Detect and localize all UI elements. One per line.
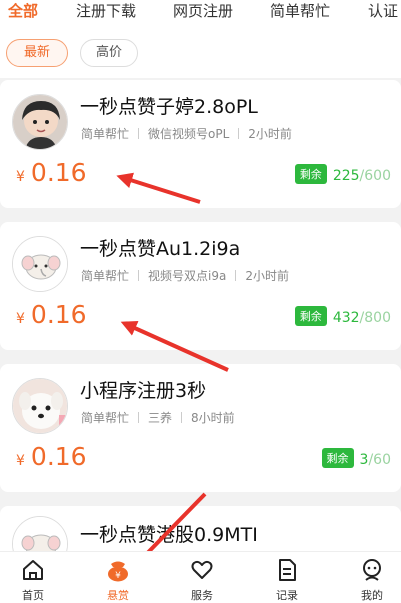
task-stock: 剩余 225/600 [294, 164, 391, 184]
task-category: 简单帮忙 [81, 411, 130, 425]
tab-register-download[interactable]: 注册下载 [76, 0, 136, 22]
nav-label: 记录 [276, 589, 298, 602]
remaining-badge: 剩余 [321, 448, 354, 468]
avatar-boy [12, 94, 68, 150]
remaining-count: 225 [332, 168, 360, 184]
avatar-elephant [12, 516, 68, 551]
task-meta: 简单帮忙 视频号双点i9a 2小时前 [81, 267, 289, 284]
task-platform: 视频号双点i9a [148, 269, 227, 283]
total-count: /600 [359, 168, 391, 184]
avatar-elephant [12, 236, 68, 292]
task-meta: 简单帮忙 三养 8小时前 [81, 409, 235, 426]
total-count: /60 [368, 452, 391, 468]
task-meta: 简单帮忙 微信视频号oPL 2小时前 [81, 125, 292, 142]
filter-bar: 最新 高价 [0, 30, 401, 78]
nav-label: 首页 [22, 589, 44, 602]
task-time: 8小时前 [191, 411, 235, 425]
filter-high-price[interactable]: 高价 [80, 39, 138, 67]
currency-symbol: ¥ [16, 453, 25, 469]
remaining-count: 432 [332, 310, 360, 326]
task-time: 2小时前 [245, 269, 289, 283]
task-title: 一秒点赞Au1.2i9a [80, 238, 241, 260]
bottom-nav: 首页 ¥ 悬赏 服务 记录 我的 [0, 551, 401, 603]
task-title: 一秒点赞港股0.9MTI [80, 524, 258, 546]
avatar-dog [12, 378, 68, 434]
task-price: ¥0.16 [16, 158, 87, 187]
heart-icon [191, 560, 213, 579]
task-platform: 三养 [148, 411, 173, 425]
nav-home[interactable]: 首页 [3, 552, 63, 603]
tab-all[interactable]: 全部 [8, 0, 38, 22]
nav-service[interactable]: 服务 [172, 552, 232, 603]
remaining-badge: 剩余 [294, 306, 327, 326]
price-value: 0.16 [30, 158, 87, 187]
task-title: 一秒点赞子婷2.8oPL [80, 96, 258, 118]
price-value: 0.16 [30, 442, 87, 471]
category-tabs: 全部 注册下载 网页注册 简单帮忙 认证 [0, 0, 401, 30]
task-price: ¥0.16 [16, 300, 87, 329]
profile-icon [363, 559, 381, 581]
task-price: ¥0.16 [16, 442, 87, 471]
task-time: 2小时前 [248, 127, 292, 141]
task-card[interactable]: 一秒点赞子婷2.8oPL 简单帮忙 微信视频号oPL 2小时前 ¥0.16 剩余 22… [0, 80, 401, 208]
task-category: 简单帮忙 [81, 127, 130, 141]
currency-symbol: ¥ [16, 311, 25, 327]
task-stock: 剩余 3/60 [321, 448, 391, 468]
currency-symbol: ¥ [16, 169, 25, 185]
total-count: /800 [359, 310, 391, 326]
nav-label: 悬赏 [107, 589, 129, 602]
task-stock: 剩余 432/800 [294, 306, 391, 326]
remaining-badge: 剩余 [294, 164, 327, 184]
nav-label: 我的 [361, 589, 383, 602]
tab-simple-help[interactable]: 简单帮忙 [270, 0, 330, 22]
nav-reward[interactable]: ¥ 悬赏 [88, 552, 148, 603]
task-title: 小程序注册3秒 [80, 380, 207, 402]
price-value: 0.16 [30, 300, 87, 329]
reward-bag-icon: ¥ [108, 561, 128, 582]
filter-latest[interactable]: 最新 [6, 39, 68, 67]
task-card[interactable]: 一秒点赞港股0.9MTI [0, 506, 401, 551]
tab-verification[interactable]: 认证 [368, 0, 398, 22]
task-category: 简单帮忙 [81, 269, 130, 283]
task-card[interactable]: 一秒点赞Au1.2i9a 简单帮忙 视频号双点i9a 2小时前 ¥0.16 剩余 43… [0, 222, 401, 350]
tab-web-register[interactable]: 网页注册 [173, 0, 233, 22]
home-icon [23, 560, 43, 580]
svg-text:¥: ¥ [115, 571, 121, 581]
task-card[interactable]: 小程序注册3秒 简单帮忙 三养 8小时前 ¥0.16 剩余 3/60 [0, 364, 401, 492]
nav-profile[interactable]: 我的 [342, 552, 401, 603]
task-platform: 微信视频号oPL [148, 127, 230, 141]
nav-label: 服务 [191, 589, 213, 602]
nav-records[interactable]: 记录 [257, 552, 317, 603]
document-icon [279, 559, 296, 581]
